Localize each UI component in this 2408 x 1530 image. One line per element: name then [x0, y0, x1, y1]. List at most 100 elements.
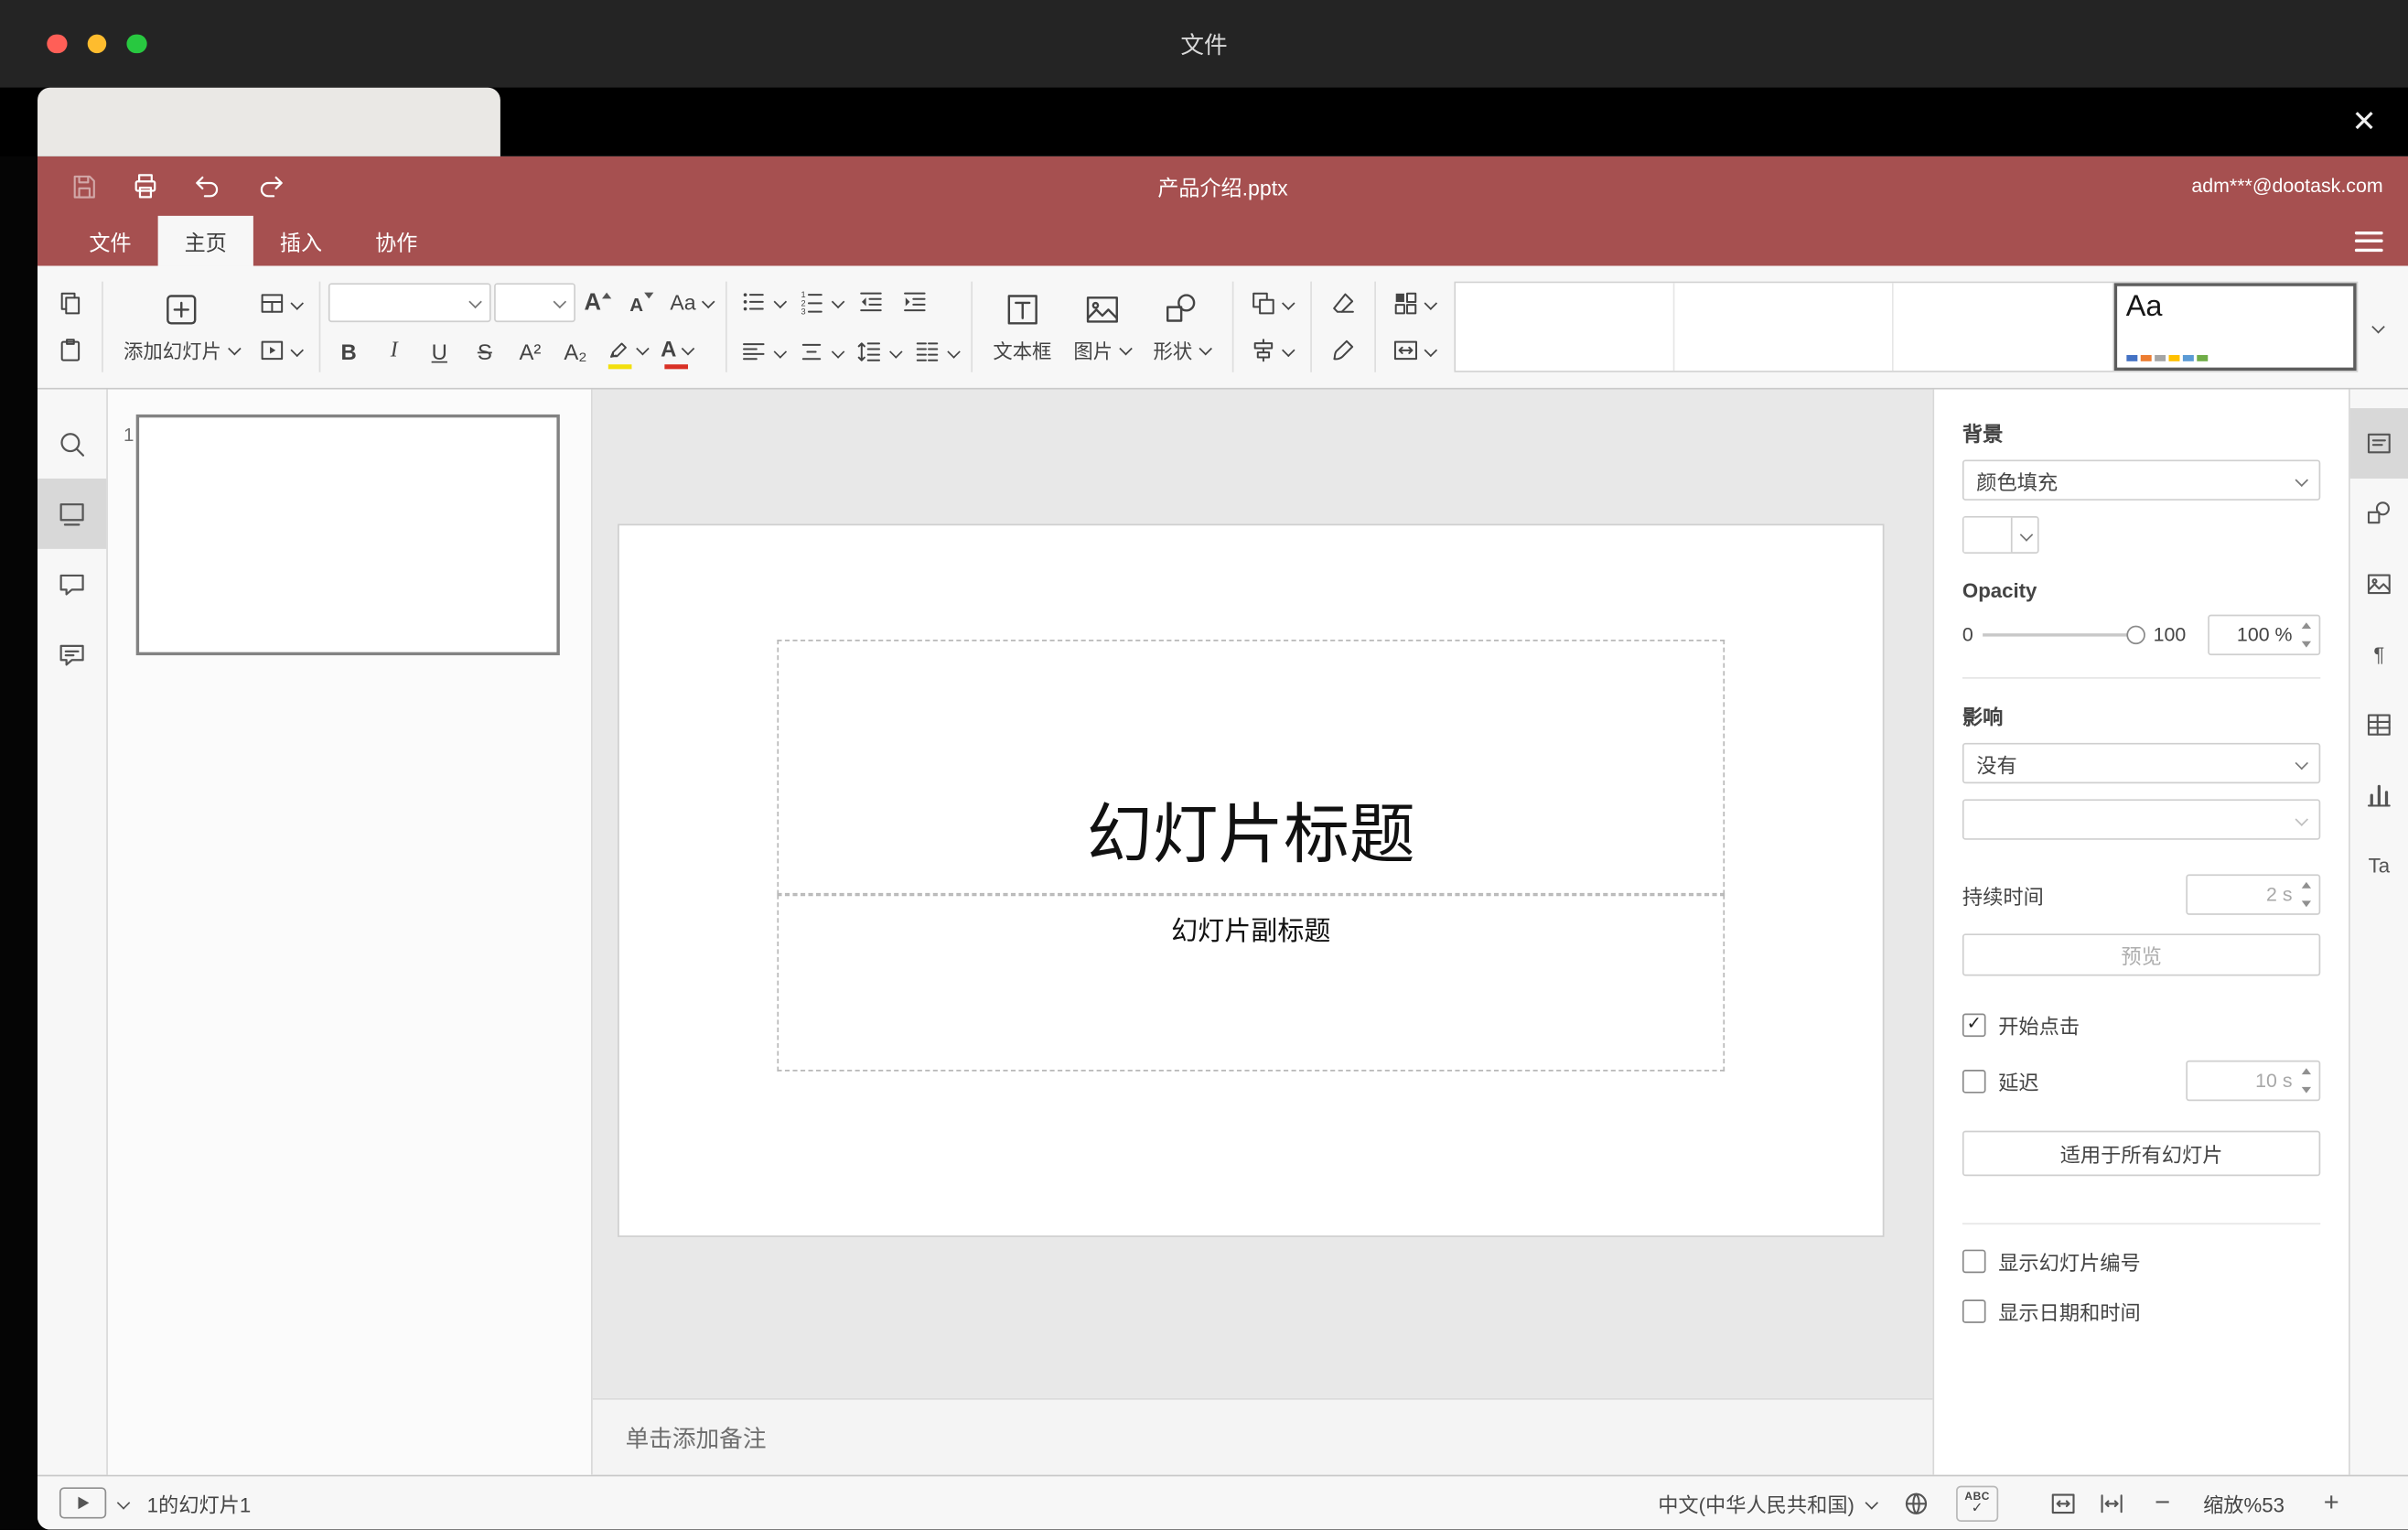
- effect-select[interactable]: 没有: [1962, 742, 2321, 784]
- slider-knob[interactable]: [2126, 625, 2146, 645]
- insert-picture-button[interactable]: 图片: [1064, 287, 1141, 367]
- clear-style-button[interactable]: [1322, 283, 1362, 323]
- slide-canvas[interactable]: 幻灯片标题 幻灯片副标题: [618, 525, 1883, 1236]
- font-name-select[interactable]: [328, 282, 490, 322]
- slide-layout-button[interactable]: [253, 283, 307, 323]
- superscript-button[interactable]: A²: [509, 331, 551, 372]
- show-slide-number-row: 显示幻灯片编号: [1962, 1246, 2320, 1276]
- theme-option-1[interactable]: [1455, 283, 1675, 372]
- opacity-slider[interactable]: [1983, 624, 2146, 646]
- font-color-button[interactable]: A: [656, 331, 698, 372]
- tab-insert[interactable]: 插入: [253, 216, 349, 266]
- textart-settings-tab[interactable]: Ta: [2350, 831, 2408, 901]
- decrease-indent-button[interactable]: [851, 282, 891, 322]
- table-settings-tab[interactable]: [2350, 690, 2408, 760]
- globe-icon[interactable]: [1901, 1488, 1930, 1517]
- slide-thumbnail[interactable]: [135, 414, 560, 656]
- show-slide-number-checkbox[interactable]: [1962, 1249, 1986, 1274]
- print-button[interactable]: [125, 166, 166, 206]
- spinner-arrows[interactable]: [2295, 1065, 2316, 1096]
- theme-option-2[interactable]: [1674, 283, 1895, 372]
- highlight-color-button[interactable]: [599, 331, 652, 372]
- slide-settings-tab[interactable]: [2349, 408, 2408, 479]
- decrease-font-button[interactable]: A: [621, 282, 661, 322]
- notes-area[interactable]: 单击添加备注: [592, 1397, 1933, 1475]
- tab-home[interactable]: 主页: [157, 215, 253, 266]
- increase-font-button[interactable]: A: [578, 282, 618, 322]
- chevron-down-icon: [228, 342, 241, 355]
- search-button[interactable]: [38, 408, 106, 479]
- spinner-arrows[interactable]: [2295, 879, 2316, 910]
- fit-to-width-button[interactable]: [2097, 1488, 2126, 1517]
- duration-input[interactable]: 2 s: [2186, 874, 2321, 915]
- copy-style-button[interactable]: [1322, 330, 1362, 371]
- delay-checkbox[interactable]: [1962, 1069, 1986, 1093]
- underline-button[interactable]: U: [418, 331, 460, 372]
- shape-settings-tab[interactable]: [2350, 479, 2408, 549]
- show-date-time-checkbox[interactable]: [1962, 1299, 1986, 1323]
- subscript-button[interactable]: A₂: [554, 331, 597, 372]
- delay-input[interactable]: 10 s: [2186, 1060, 2321, 1102]
- theme-gallery-expand-button[interactable]: [2358, 283, 2395, 371]
- columns-button[interactable]: [908, 331, 963, 372]
- opacity-input[interactable]: 100 %: [2208, 614, 2321, 656]
- menu-icon[interactable]: [2354, 231, 2383, 252]
- arrange-shapes-button[interactable]: [1244, 283, 1299, 323]
- title-placeholder[interactable]: 幻灯片标题: [777, 640, 1725, 895]
- window-minimize-button[interactable]: [86, 34, 107, 54]
- language-selector[interactable]: 中文(中华人民共和国): [1658, 1488, 1876, 1517]
- zoom-in-button[interactable]: +: [2314, 1486, 2342, 1521]
- start-slideshow-button[interactable]: [253, 330, 307, 371]
- effect-type-select[interactable]: [1962, 799, 2321, 840]
- background-color-picker[interactable]: [1962, 515, 2039, 555]
- spellcheck-button[interactable]: ABC ✓: [1956, 1484, 1999, 1522]
- theme-option-selected[interactable]: Aa: [2113, 283, 2357, 372]
- image-settings-tab[interactable]: [2350, 549, 2408, 620]
- color-scheme-button[interactable]: [1386, 283, 1441, 323]
- tab-collaboration[interactable]: 协作: [349, 216, 444, 266]
- redo-button[interactable]: [250, 166, 290, 206]
- change-case-button[interactable]: Aa: [665, 282, 717, 322]
- increase-indent-button[interactable]: [895, 282, 935, 322]
- paragraph-settings-tab[interactable]: ¶: [2350, 620, 2408, 690]
- bold-button[interactable]: B: [328, 331, 370, 372]
- line-spacing-button[interactable]: [851, 331, 906, 372]
- zoom-out-button[interactable]: −: [2145, 1486, 2174, 1521]
- background-fill-select[interactable]: 颜色填充: [1962, 459, 2321, 501]
- close-icon[interactable]: ✕: [2342, 100, 2386, 144]
- subtitle-placeholder[interactable]: 幻灯片副标题: [777, 894, 1725, 1072]
- strikethrough-button[interactable]: S: [464, 331, 506, 372]
- chat-button[interactable]: [38, 620, 106, 690]
- apply-to-all-slides-button[interactable]: 适用于所有幻灯片: [1962, 1130, 2321, 1177]
- italic-button[interactable]: I: [373, 331, 415, 372]
- insert-shape-button[interactable]: 形状: [1144, 287, 1220, 367]
- fit-to-slide-button[interactable]: [2048, 1488, 2078, 1517]
- numbering-button[interactable]: 123: [793, 282, 848, 322]
- add-slide-button[interactable]: 添加幻灯片: [114, 287, 250, 367]
- window-close-button[interactable]: [47, 34, 67, 54]
- chart-settings-tab[interactable]: [2350, 760, 2408, 831]
- undo-button[interactable]: [188, 166, 228, 206]
- align-shapes-button[interactable]: [1244, 330, 1299, 371]
- bullets-button[interactable]: [735, 282, 790, 322]
- window-zoom-button[interactable]: [126, 34, 146, 54]
- color-picker-dropdown[interactable]: [2010, 517, 2037, 553]
- chevron-down-icon[interactable]: [115, 1497, 128, 1510]
- horizontal-align-button[interactable]: [735, 331, 790, 372]
- save-button[interactable]: [62, 166, 102, 206]
- slides-panel-button[interactable]: [38, 478, 107, 549]
- spinner-arrows[interactable]: [2295, 620, 2316, 651]
- vertical-align-button[interactable]: [793, 331, 848, 372]
- theme-option-3[interactable]: [1894, 283, 2114, 372]
- copy-button[interactable]: [50, 283, 91, 323]
- start-slideshow-statusbar-button[interactable]: [59, 1487, 107, 1519]
- chat-icon: [57, 639, 88, 670]
- insert-textbox-button[interactable]: 文本框: [984, 287, 1061, 367]
- tab-file[interactable]: 文件: [62, 216, 157, 266]
- comments-button[interactable]: [38, 549, 106, 620]
- font-size-select[interactable]: [493, 282, 575, 322]
- start-on-click-checkbox[interactable]: ✓: [1962, 1013, 1986, 1038]
- paste-button[interactable]: [50, 330, 91, 371]
- slide-size-button[interactable]: [1386, 330, 1441, 371]
- preview-button[interactable]: 预览: [1962, 933, 2321, 976]
